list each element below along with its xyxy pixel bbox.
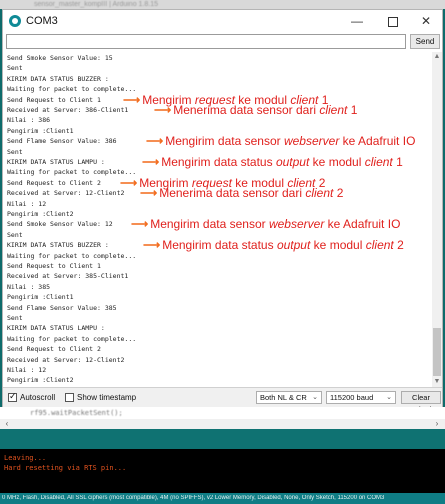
serial-line: Send Request to Client 2 xyxy=(7,345,101,354)
window-title: COM3 xyxy=(26,15,58,27)
timestamp-label: Show timestamp xyxy=(77,393,137,402)
serial-line: Send Flame Sensor Value: 386 xyxy=(7,137,117,146)
scroll-down-icon[interactable]: ▼ xyxy=(432,377,442,387)
arrow-right-icon: ⟶ xyxy=(142,155,160,169)
timestamp-checkbox[interactable] xyxy=(65,393,74,402)
serial-monitor-titlebar: COM3 — ✕ xyxy=(3,10,442,32)
autoscroll-checkbox[interactable] xyxy=(8,391,17,402)
board-status-text: 0 MHz, Flash, Disabled, All SSL ciphers … xyxy=(2,495,385,501)
serial-line: Sent xyxy=(7,147,23,156)
scrollbar-thumb[interactable] xyxy=(433,328,441,376)
annotation-text: Menerima data sensor dari client 2 xyxy=(159,186,344,201)
annotation-callout: ⟶ Mengirim data status output ke modul cl… xyxy=(142,155,403,169)
serial-line: KIRIM DATA STATUS LAMPU : xyxy=(7,324,105,333)
chevron-down-icon: ⌄ xyxy=(386,394,392,401)
arrow-right-icon: ⟶ xyxy=(146,134,164,149)
annotation-text: Mengirim data sensor webserver ke Adafru… xyxy=(150,217,401,232)
serial-line: Received at Server: 386-Client1 xyxy=(7,106,129,114)
vertical-scrollbar[interactable]: ▲ ▼ xyxy=(432,52,442,387)
serial-line: Nilai : 386 xyxy=(7,116,51,125)
send-button[interactable]: Send xyxy=(410,34,440,49)
serial-line: Received at Server: 385-Client1 xyxy=(7,272,129,281)
serial-line: Waiting for packet to complete... xyxy=(7,251,137,260)
annotation-callout: ⟶ Mengirim data sensor webserver ke Adafr… xyxy=(131,217,400,231)
serial-line: KIRIM DATA STATUS BUZZER : xyxy=(7,241,109,250)
serial-line: Send Request to Client 1 xyxy=(7,262,101,270)
annotation-text: Mengirim data sensor webserver ke Adafru… xyxy=(165,134,416,149)
output-line: Leaving... xyxy=(4,454,47,462)
serial-line: Pengirim :Client1 xyxy=(7,293,74,302)
serial-line: Waiting for packet to complete... xyxy=(7,334,137,343)
serial-line: Nilai : 12 xyxy=(7,199,47,208)
serial-line: KIRIM DATA STATUS BUZZER : xyxy=(7,74,109,83)
annotation-text: Mengirim data status output ke modul cli… xyxy=(161,155,403,169)
baud-rate-value: 115200 baud xyxy=(330,393,374,402)
clear-output-button[interactable]: Clear output xyxy=(401,391,441,413)
serial-line: Sent xyxy=(7,64,23,73)
chevron-down-icon: ⌄ xyxy=(312,394,318,401)
output-line: Hard resetting via RTS pin... xyxy=(4,464,127,472)
autoscroll-label: Autoscroll xyxy=(20,393,56,402)
arrow-right-icon: ⟶ xyxy=(140,186,158,201)
serial-line: Pengirim :Client2 xyxy=(7,210,74,218)
serial-line: Sent xyxy=(7,230,23,239)
editor-horizontal-scrollbar[interactable]: ‹ › xyxy=(0,419,445,429)
annotation-callout: ⟶ Menerima data sensor dari client 2 xyxy=(140,186,343,200)
serial-line: Send Request to Client 2 xyxy=(7,178,101,187)
scroll-left-icon[interactable]: ‹ xyxy=(2,419,12,429)
annotation-callout: ⟶ Mengirim data sensor webserver ke Adafr… xyxy=(146,134,415,148)
ide-title-bar: sensor_master_kompIII | Arduino 1.8.15 xyxy=(0,0,445,9)
scroll-up-icon[interactable]: ▲ xyxy=(432,52,442,62)
annotation-text: Menerima data sensor dari client 1 xyxy=(173,103,358,117)
arrow-right-icon: ⟶ xyxy=(143,238,161,253)
serial-monitor-window: COM3 — ✕ Send Send Smoke Sensor Value: 1… xyxy=(2,9,443,413)
serial-line: Nilai : 12 xyxy=(7,366,47,374)
console-divider xyxy=(0,429,445,449)
annotation-text: Mengirim data status output ke modul cli… xyxy=(162,238,404,253)
baud-rate-select[interactable]: 115200 baud ⌄ xyxy=(326,391,396,404)
scroll-right-icon[interactable]: › xyxy=(432,419,442,429)
serial-line: Send Smoke Sensor Value: 15 xyxy=(7,54,113,62)
ide-title-text: sensor_master_kompIII | Arduino 1.8.15 xyxy=(34,1,158,8)
editor-code-strip[interactable]: rf95.waitPacketSent(); xyxy=(0,407,445,419)
serial-line: Waiting for packet to complete... xyxy=(7,85,137,94)
annotation-callout: ⟶ Menerima data sensor dari client 1 xyxy=(154,103,357,117)
arrow-right-icon: ⟶ xyxy=(131,217,149,232)
serial-line: Pengirim :Client2 xyxy=(7,376,74,385)
serial-line: Received at Server: 12-Client2 xyxy=(7,355,125,364)
serial-line: Send Request to Client 1 xyxy=(7,95,101,104)
serial-output-console[interactable]: Send Smoke Sensor Value: 15 Sent KIRIM DAT… xyxy=(3,52,432,387)
serial-line: Send Smoke Sensor Value: 12 xyxy=(7,220,113,229)
serial-line: Send Flame Sensor Value: 385 xyxy=(7,303,117,312)
serial-line: Pengirim :Client1 xyxy=(7,126,74,135)
arrow-right-icon: ⟶ xyxy=(123,92,141,107)
build-output-console: Leaving... Hard resetting via RTS pin... xyxy=(0,449,445,493)
annotation-callout: ⟶ Mengirim data status output ke modul cl… xyxy=(143,238,404,252)
line-ending-value: Both NL & CR xyxy=(260,393,307,402)
serial-line: Sent xyxy=(7,314,23,322)
maximize-button[interactable] xyxy=(380,12,404,30)
serial-send-input[interactable] xyxy=(6,34,406,49)
editor-code-line: rf95.waitPacketSent(); xyxy=(30,409,123,417)
board-status-bar: 0 MHz, Flash, Disabled, All SSL ciphers … xyxy=(0,493,445,504)
serial-options-bar: Autoscroll Show timestamp Both NL & CR ⌄… xyxy=(3,387,442,413)
serial-line: KIRIM DATA STATUS LAMPU : xyxy=(7,158,105,166)
minimize-button[interactable]: — xyxy=(345,12,369,30)
line-ending-select[interactable]: Both NL & CR ⌄ xyxy=(256,391,322,404)
serial-line: Received at Server: 12-Client2 xyxy=(7,189,125,198)
close-button[interactable]: ✕ xyxy=(414,12,438,30)
arrow-right-icon: ⟶ xyxy=(120,175,138,190)
arrow-right-icon: ⟶ xyxy=(154,103,172,117)
serial-line: Waiting for packet to complete... xyxy=(7,168,137,177)
send-row: Send xyxy=(3,32,442,52)
serial-line: Nilai : 385 xyxy=(7,282,51,291)
arduino-app-icon xyxy=(9,15,21,27)
